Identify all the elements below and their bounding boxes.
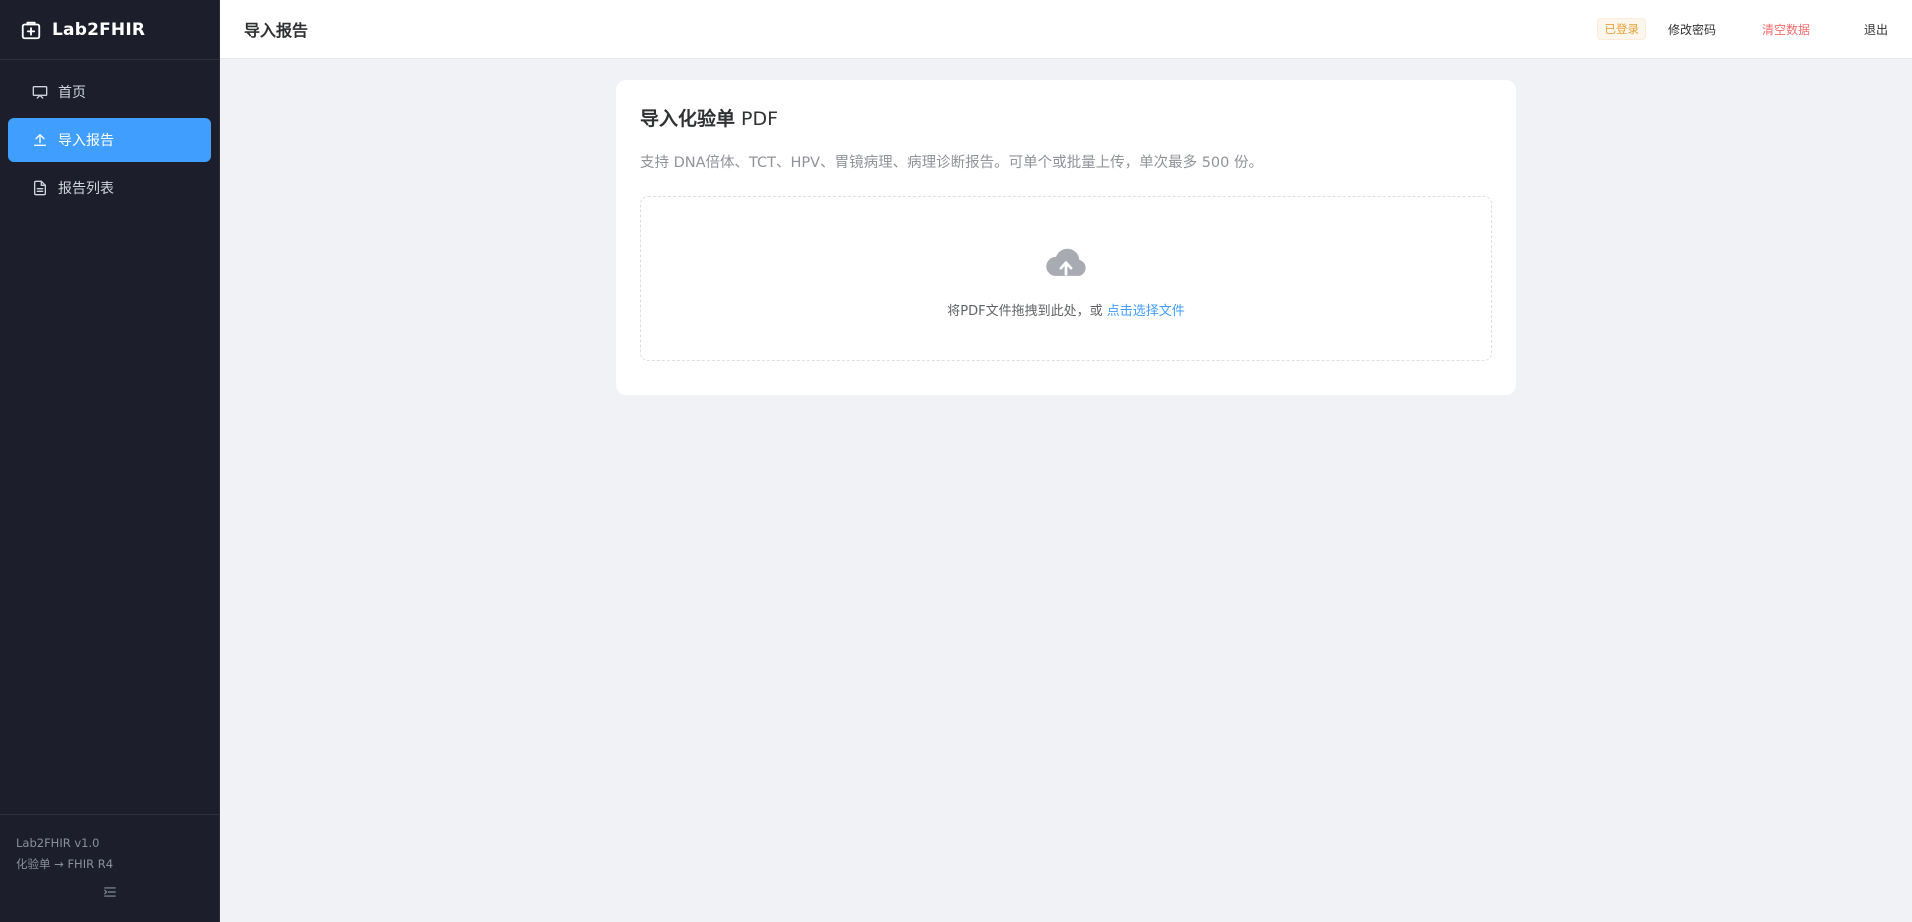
card-title-suffix: PDF (735, 108, 779, 130)
app-title: Lab2FHIR (52, 19, 146, 40)
document-icon (32, 180, 48, 196)
change-password-button[interactable]: 修改密码 (1668, 21, 1716, 38)
top-actions: 已登录 修改密码 清空数据 退出 (1597, 18, 1888, 40)
sidebar-item-import[interactable]: 导入报告 (8, 118, 211, 162)
logout-button[interactable]: 退出 (1864, 21, 1888, 38)
sidebar-item-label: 报告列表 (58, 181, 114, 197)
card-title-main: 导入化验单 (640, 108, 736, 130)
medical-kit-icon (20, 19, 42, 41)
sidebar-footer: Lab2FHIR v1.0 化验单 → FHIR R4 (0, 814, 219, 922)
page-title: 导入报告 (244, 21, 309, 40)
upload-card: 导入化验单 PDF 支持 DNA倍体、TCT、HPV、胃镜病理、病理诊断报告。可… (616, 80, 1516, 395)
clear-data-button[interactable]: 清空数据 (1762, 21, 1810, 38)
top-bar: 导入报告 已登录 修改密码 清空数据 退出 (220, 0, 1912, 59)
sidebar-item-label: 首页 (58, 85, 86, 101)
drop-text: 将PDF文件拖拽到此处，或 (947, 304, 1107, 319)
status-badge: 已登录 (1597, 18, 1646, 40)
cloud-upload-icon (1044, 238, 1088, 286)
sidebar-item-report-list[interactable]: 报告列表 (8, 166, 211, 210)
drop-instructions: 将PDF文件拖拽到此处，或 点击选择文件 (947, 300, 1184, 319)
upload-icon (32, 132, 48, 148)
sidebar-item-label: 导入报告 (58, 133, 114, 149)
select-file-link[interactable]: 点击选择文件 (1107, 304, 1185, 319)
collapse-menu-icon[interactable] (102, 884, 118, 900)
tagline-text: 化验单 → FHIR R4 (16, 857, 114, 871)
main-area: 导入报告 已登录 修改密码 清空数据 退出 导入化验单 PDF 支持 DNA倍体… (220, 0, 1912, 922)
sidebar: Lab2FHIR 首页 导入报告 报告列表 Lab2FHIR v1.0 化验单 … (0, 0, 220, 922)
brand: Lab2FHIR (0, 0, 219, 60)
monitor-icon (32, 84, 48, 100)
sidebar-item-home[interactable]: 首页 (8, 70, 211, 114)
app-root: Lab2FHIR 首页 导入报告 报告列表 Lab2FHIR v1.0 化验单 … (0, 0, 1912, 922)
card-title: 导入化验单 PDF (640, 104, 1492, 131)
card-description: 支持 DNA倍体、TCT、HPV、胃镜病理、病理诊断报告。可单个或批量上传，单次… (640, 155, 1263, 171)
version-text: Lab2FHIR v1.0 (16, 836, 100, 850)
pdf-dropzone[interactable]: 将PDF文件拖拽到此处，或 点击选择文件 (640, 196, 1492, 361)
content-area: 导入化验单 PDF 支持 DNA倍体、TCT、HPV、胃镜病理、病理诊断报告。可… (220, 59, 1912, 922)
sidebar-menu: 首页 导入报告 报告列表 (0, 60, 219, 210)
